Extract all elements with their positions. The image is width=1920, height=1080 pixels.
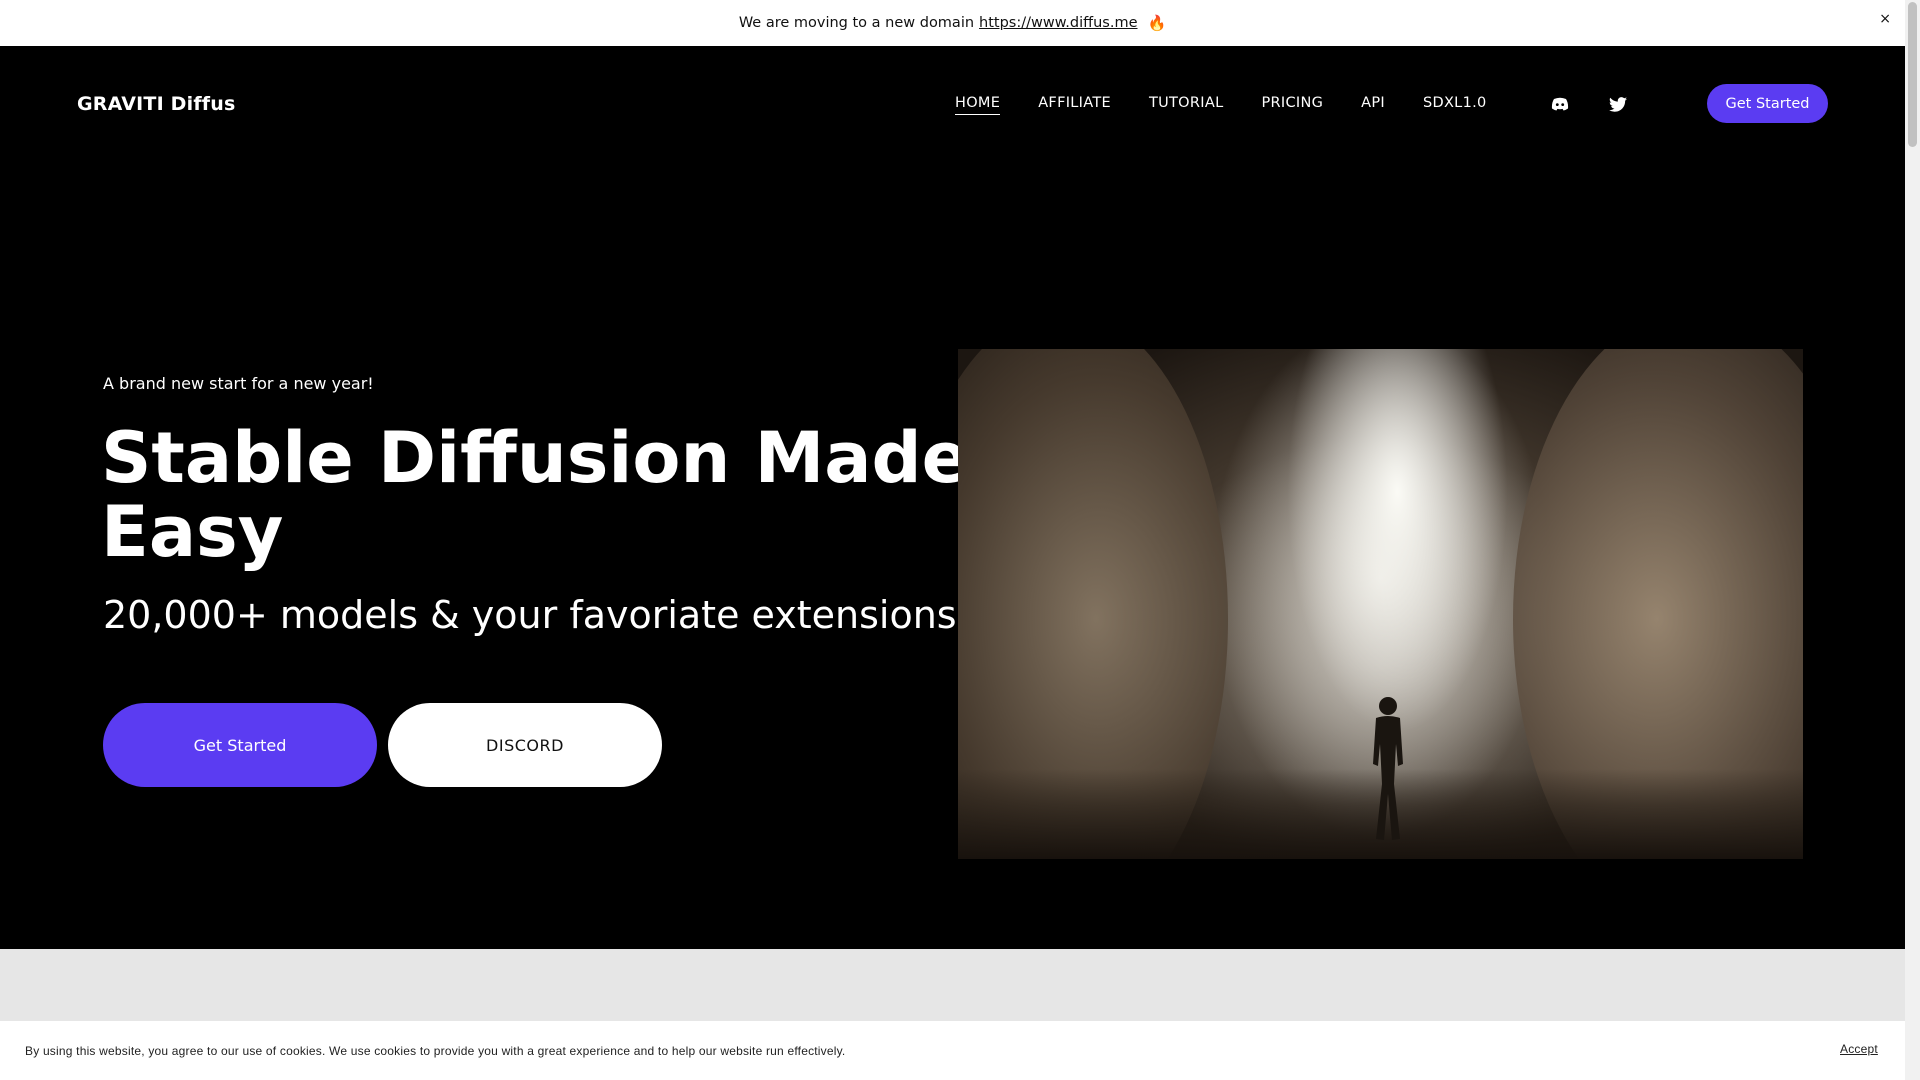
get-started-button[interactable]: Get Started <box>103 703 377 787</box>
hero-headline: Stable Diffusion Made Easy <box>101 417 970 573</box>
hero-eyebrow: A brand new start for a new year! <box>103 374 374 393</box>
discord-button[interactable]: DISCORD <box>388 703 662 787</box>
nav-item-affiliate[interactable]: AFFILIATE <box>1038 95 1111 115</box>
fire-icon: 🔥 <box>1147 14 1167 32</box>
announcement-link[interactable]: https://www.diffus.me <box>979 15 1137 31</box>
page-scrollbar[interactable] <box>1905 0 1920 1080</box>
nav-item-api[interactable]: API <box>1361 95 1385 115</box>
walking-figure <box>1373 697 1403 840</box>
main-menu: HOME AFFILIATE TUTORIAL PRICING API SDXL… <box>955 95 1487 115</box>
nav-item-pricing[interactable]: PRICING <box>1261 95 1323 115</box>
top-navigation: GRAVITI Diffus HOME AFFILIATE TUTORIAL P… <box>0 46 1905 161</box>
close-icon[interactable]: × <box>1879 11 1891 27</box>
scrollbar-thumb[interactable] <box>1908 2 1917 147</box>
twitter-icon[interactable] <box>1607 93 1629 115</box>
hero-section: A brand new start for a new year! Stable… <box>0 161 1905 949</box>
accept-cookies-button[interactable]: Accept <box>1840 1042 1878 1056</box>
announcement-text: We are moving to a new domain <box>738 15 975 31</box>
nav-item-home[interactable]: HOME <box>955 95 1001 115</box>
site-logo[interactable]: GRAVITI Diffus <box>77 93 236 115</box>
hero-cave-image <box>958 349 1803 859</box>
cookie-text: By using this website, you agree to our … <box>25 1044 846 1058</box>
nav-item-tutorial[interactable]: TUTORIAL <box>1149 95 1224 115</box>
discord-icon[interactable] <box>1549 93 1571 115</box>
nav-item-sdxl[interactable]: SDXL1.0 <box>1423 95 1487 115</box>
cookie-banner: By using this website, you agree to our … <box>0 1021 1905 1080</box>
announcement-bar: We are moving to a new domain https://ww… <box>0 0 1905 46</box>
hero-subline: 20,000+ models & your favoriate extensio… <box>103 593 957 637</box>
get-started-nav-button[interactable]: Get Started <box>1707 84 1828 123</box>
